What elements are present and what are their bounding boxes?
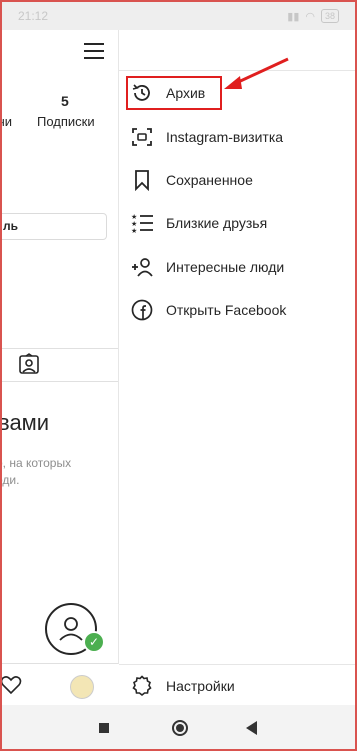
archive-highlight-box (126, 76, 222, 110)
back-icon[interactable] (246, 721, 257, 735)
status-bar: 21:12 ▮▮ ◠ 38 (0, 0, 357, 30)
add-person-icon (132, 258, 153, 277)
section-title: вами (0, 410, 50, 435)
status-time: 21:12 (18, 9, 49, 23)
profile-tab-avatar[interactable] (70, 675, 94, 699)
followers-label: чи (0, 114, 13, 129)
tagged-photos-icon[interactable] (18, 353, 40, 375)
heart-icon[interactable] (0, 674, 22, 696)
menu-item-saved[interactable]: Сохраненное (119, 162, 357, 198)
menu-item-label: Instagram-визитка (166, 129, 284, 145)
home-icon[interactable] (172, 720, 188, 736)
menu-item-label: Интересные люди (166, 259, 285, 275)
menu-item-label: Близкие друзья (166, 215, 268, 231)
menu-item-label: Настройки (166, 678, 235, 694)
wifi-icon: ◠ (305, 10, 315, 23)
section-description: о, на которых оди. (0, 456, 72, 487)
signal-icon: ▮▮ (287, 10, 300, 23)
battery-icon: 38 (320, 9, 339, 23)
menu-item-discover-people[interactable]: Интересные люди (119, 249, 357, 285)
edit-profile-button[interactable]: ль (0, 213, 107, 240)
gear-icon (132, 675, 152, 697)
annotation-arrow (224, 57, 289, 89)
side-menu-drawer: Архив Instagram-визитка Сохраненное ★ ★ … (119, 30, 357, 705)
following-label[interactable]: Подписки (37, 114, 95, 129)
menu-item-label: Сохраненное (166, 172, 253, 188)
facebook-icon (131, 299, 153, 321)
following-count[interactable]: 5 (61, 93, 69, 109)
svg-text:★: ★ (131, 227, 137, 234)
nametag-icon (132, 128, 152, 146)
menu-item-nametag[interactable]: Instagram-визитка (119, 119, 357, 155)
menu-item-settings[interactable]: Настройки (119, 668, 357, 704)
check-badge-icon: ✓ (83, 631, 105, 653)
close-friends-list-icon: ★ ★ ★ (131, 213, 153, 234)
hamburger-menu-icon[interactable] (84, 43, 104, 59)
status-icons: ▮▮ ◠ 38 (287, 9, 339, 23)
menu-item-open-facebook[interactable]: Открыть Facebook (119, 292, 357, 328)
system-nav-bar (0, 705, 357, 751)
bookmark-icon (135, 170, 149, 191)
menu-item-close-friends[interactable]: ★ ★ ★ Близкие друзья (119, 205, 357, 241)
recents-icon[interactable] (99, 723, 109, 733)
profile-panel: 5 чи Подписки ль вами о, на которых оди.… (0, 30, 118, 664)
menu-item-label: Открыть Facebook (166, 302, 287, 318)
